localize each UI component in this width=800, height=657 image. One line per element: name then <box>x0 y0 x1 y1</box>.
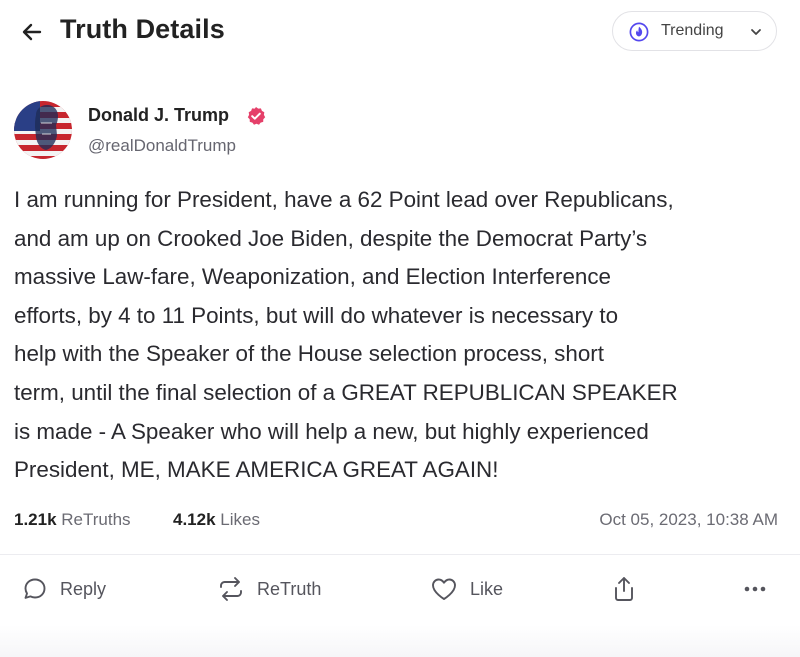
post-text-line: I am running for President, have a 62 Po… <box>14 187 674 212</box>
back-arrow-icon <box>22 23 42 41</box>
author-name[interactable]: Donald J. Trump <box>88 105 229 126</box>
trending-label: Trending <box>661 22 724 39</box>
post-text-line: President, ME, MAKE AMERICA GREAT AGAIN! <box>14 457 499 483</box>
post-text-line: efforts, by 4 to 11 Points, but will do … <box>14 302 619 328</box>
post-text-line: and am up on Crooked Joe Biden, despite … <box>14 225 648 251</box>
retruths-label: ReTruths <box>61 510 131 529</box>
verified-badge-icon <box>247 107 266 125</box>
retruth-button[interactable]: ReTruth <box>217 573 321 605</box>
post-timestamp: Oct 05, 2023, 10:38 AM <box>599 510 778 529</box>
trending-dropdown[interactable]: Trending <box>612 11 777 51</box>
retruths-stat[interactable]: 1.21k ReTruths <box>14 510 131 530</box>
share-icon <box>615 577 633 601</box>
post-text-line: term, until the final selection of a GRE… <box>14 379 678 405</box>
trending-icon <box>629 22 649 42</box>
chevron-down-icon <box>751 29 761 35</box>
divider <box>0 554 800 555</box>
share-button[interactable] <box>611 573 637 605</box>
post-text: I am running for President, have a 62 Po… <box>14 181 794 490</box>
reply-icon <box>24 578 46 599</box>
likes-label: Likes <box>220 510 260 529</box>
reply-button[interactable]: Reply <box>22 573 106 605</box>
retruth-label: ReTruth <box>257 578 322 599</box>
more-icon <box>744 586 766 592</box>
retruths-count: 1.21k <box>14 510 57 529</box>
retruth-icon <box>220 577 242 601</box>
page-title: Truth Details <box>60 14 225 44</box>
likes-count: 4.12k <box>173 510 216 529</box>
post-text-line: help with the Speaker of the House selec… <box>14 341 604 367</box>
likes-stat[interactable]: 4.12k Likes <box>173 510 260 530</box>
author-avatar[interactable] <box>14 101 72 159</box>
author-handle[interactable]: @realDonaldTrump <box>88 136 236 156</box>
bottom-fade <box>0 625 800 657</box>
like-button[interactable]: Like <box>430 573 503 605</box>
like-label: Like <box>470 578 504 599</box>
back-button[interactable] <box>18 18 46 46</box>
avatar-image <box>14 101 72 159</box>
post-text-line: is made - A Speaker who will help a new,… <box>14 418 649 444</box>
reply-label: Reply <box>60 578 107 599</box>
like-icon <box>432 578 456 600</box>
post-text-line: massive Law-fare, Weaponization, and Ele… <box>14 264 611 290</box>
more-button[interactable] <box>742 573 768 605</box>
header-bar: Truth Details Trending <box>0 0 800 66</box>
